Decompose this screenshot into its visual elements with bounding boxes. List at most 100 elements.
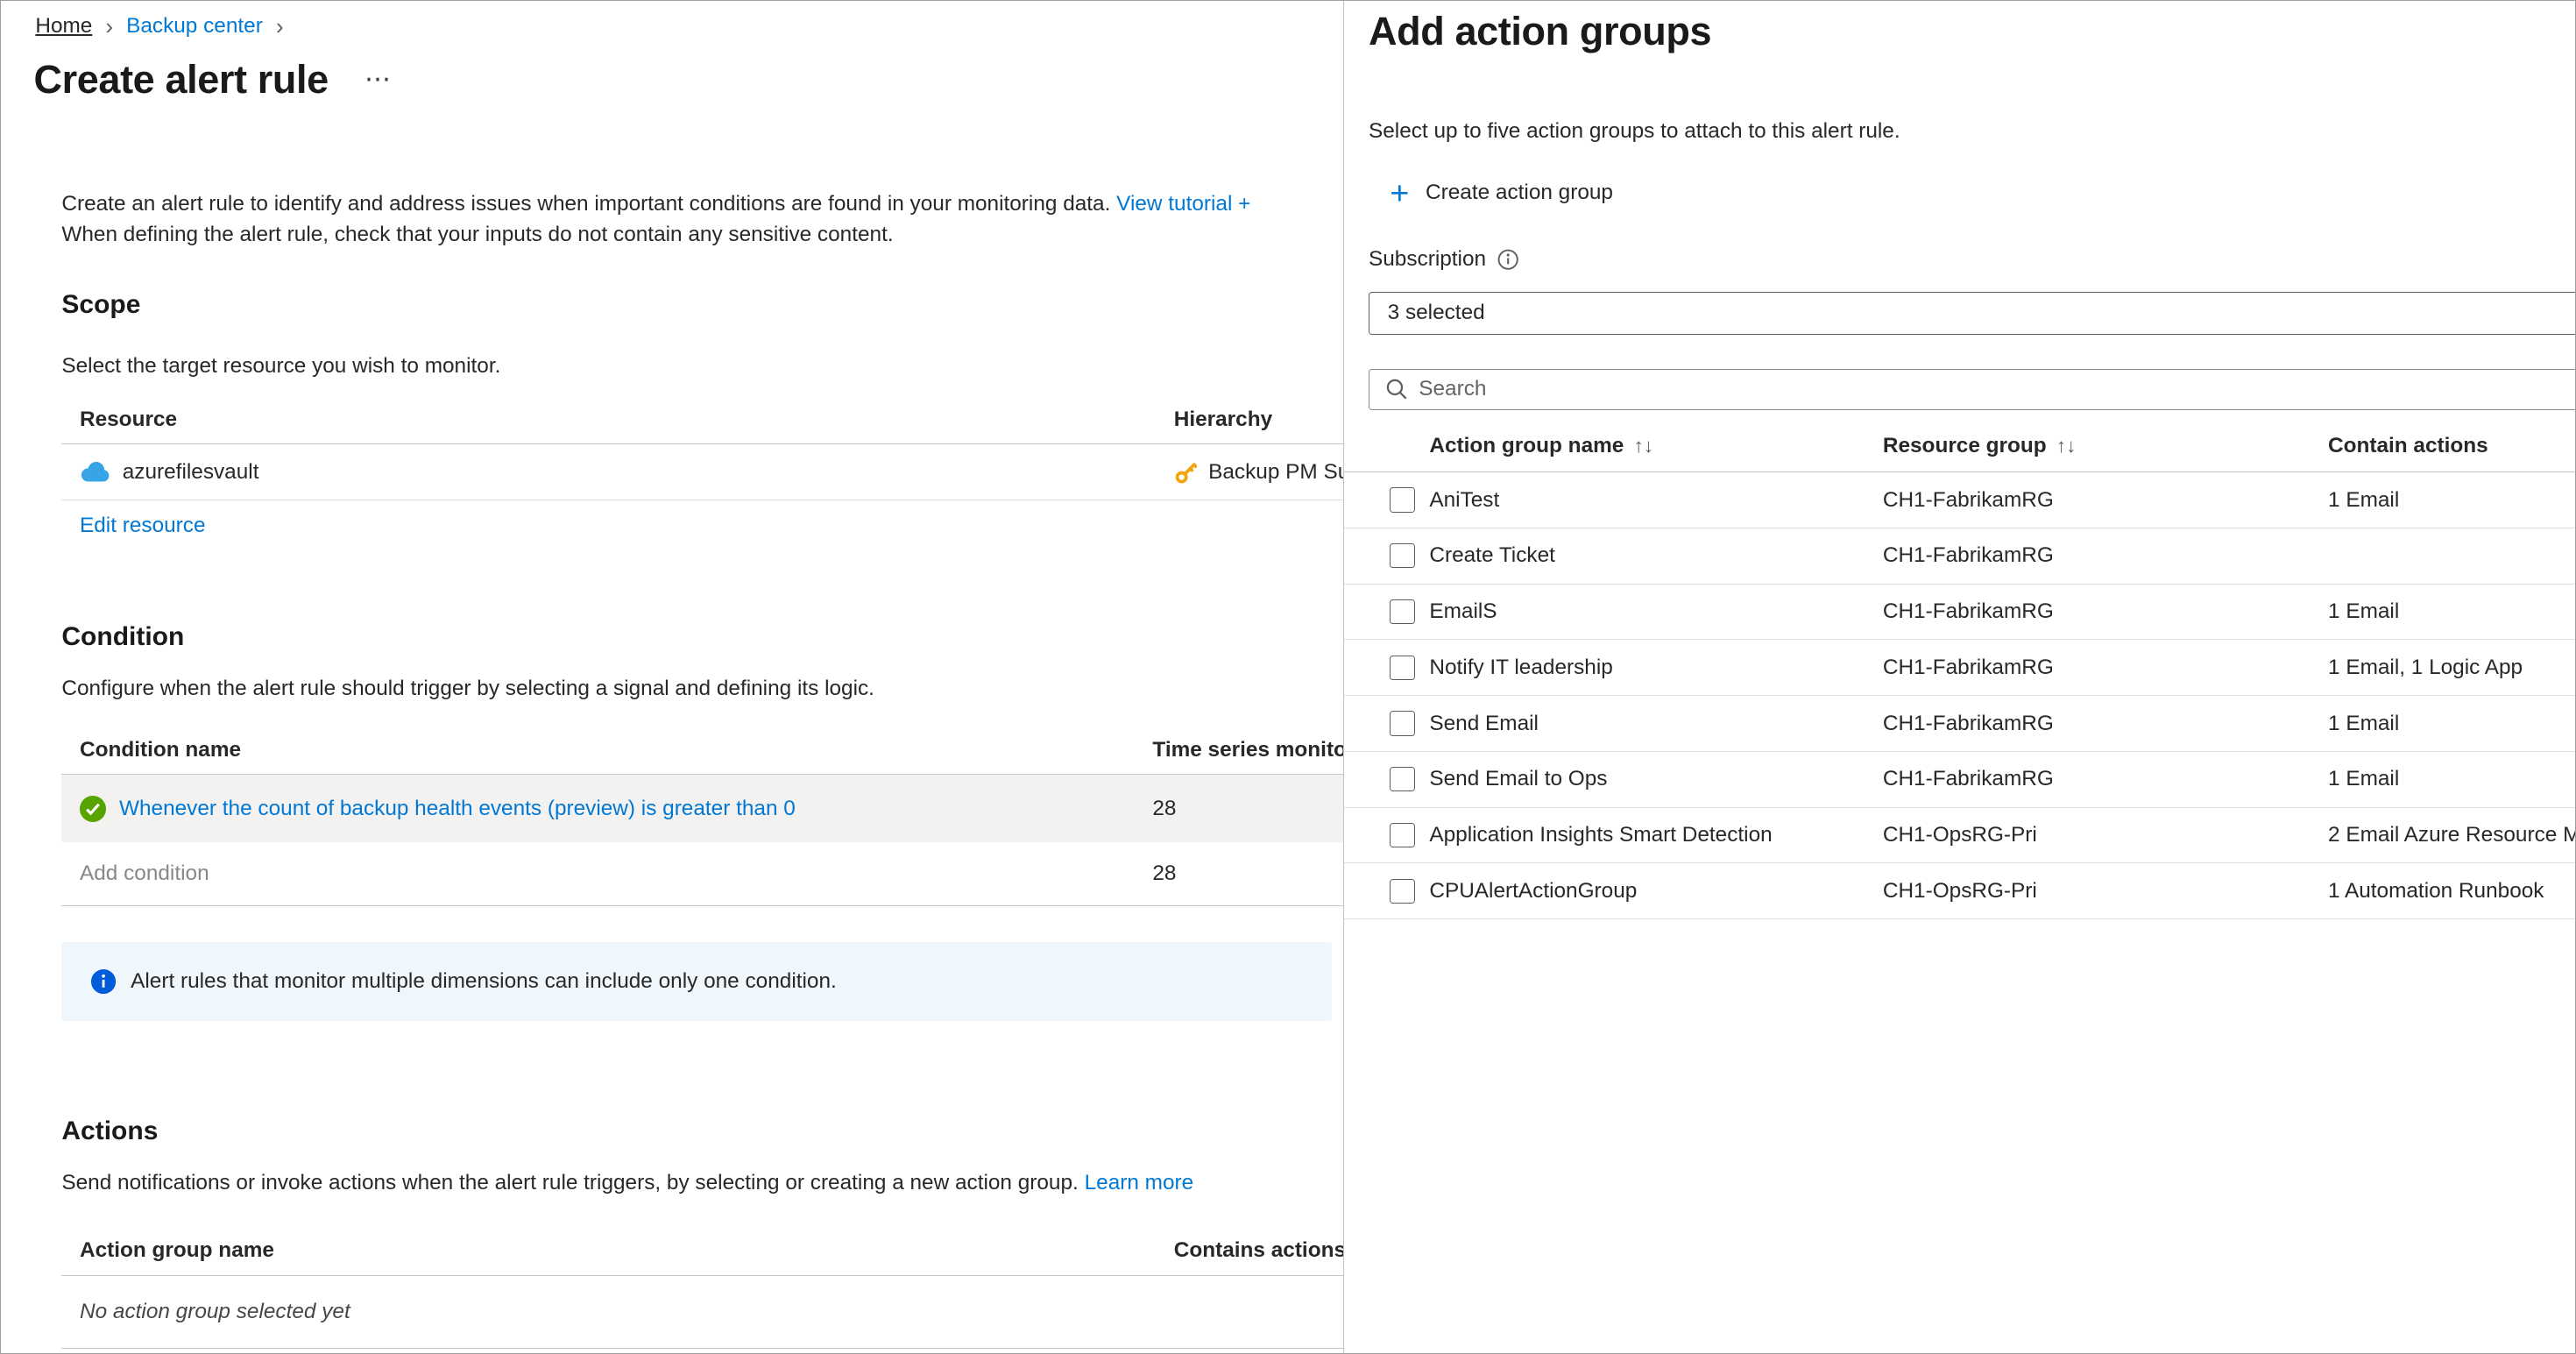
- info-icon: [91, 969, 117, 995]
- ellipsis-menu-icon[interactable]: ⋯: [364, 64, 391, 95]
- condition-name-column-header: Condition name: [80, 737, 242, 762]
- learn-more-link[interactable]: Learn more: [1085, 1171, 1194, 1194]
- action-group-row[interactable]: Send Email to Ops CH1-FabrikamRG 1 Email: [1343, 752, 2575, 808]
- no-action-group-text: No action group selected yet: [80, 1299, 350, 1323]
- name-column-label: Action group name: [1429, 433, 1624, 457]
- resource-group-value: CH1-FabrikamRG: [1882, 655, 2054, 679]
- edit-resource-link[interactable]: Edit resource: [80, 514, 206, 538]
- action-group-name: AniTest: [1429, 487, 1500, 512]
- chevron-right-icon: ›: [275, 12, 284, 39]
- resource-group-value: CH1-FabrikamRG: [1882, 711, 2054, 735]
- action-group-name: Create Ticket: [1429, 543, 1555, 568]
- row-checkbox[interactable]: [1390, 767, 1415, 792]
- subscription-dropdown[interactable]: 3 selected: [1369, 291, 2575, 335]
- row-checkbox[interactable]: [1390, 822, 1415, 848]
- contain-actions-value: 1 Email, 1 Logic App: [2328, 655, 2523, 679]
- condition-link[interactable]: Whenever the count of backup health even…: [119, 797, 796, 821]
- create-alert-rule-page: Home › Backup center › Create alert rule…: [1, 1, 1343, 1353]
- condition-count: 28: [1152, 861, 1177, 886]
- intro-line1: Create an alert rule to identify and add…: [61, 191, 1111, 216]
- search-box[interactable]: [1369, 369, 2575, 410]
- contain-actions-value: 1 Email: [2328, 599, 2400, 623]
- subscription-key-icon: [1174, 460, 1197, 485]
- create-action-group-button[interactable]: + Create action group: [1390, 174, 1613, 212]
- azure-portal-screen: Home › Backup center › Create alert rule…: [0, 0, 2576, 1354]
- action-group-name: CPUAlertActionGroup: [1429, 878, 1638, 903]
- resource-group-value: CH1-FabrikamRG: [1882, 543, 2054, 568]
- scope-resource-row[interactable]: azurefilesvault Backup PM Su: [61, 444, 1343, 500]
- action-group-row[interactable]: EmailS CH1-FabrikamRG 1 Email: [1343, 585, 2575, 641]
- action-group-row[interactable]: Notify IT leadership CH1-FabrikamRG 1 Em…: [1343, 640, 2575, 697]
- actions-description-text: Send notifications or invoke actions whe…: [61, 1171, 1079, 1194]
- condition-row-selected[interactable]: Whenever the count of backup health even…: [61, 775, 1343, 842]
- panel-title: Add action groups: [1369, 9, 1712, 54]
- name-column-header[interactable]: Action group name ↑↓: [1429, 434, 1883, 458]
- intro-line2: When defining the alert rule, check that…: [61, 223, 894, 247]
- search-input[interactable]: [1419, 377, 2575, 402]
- contains-actions-column-header: Contains actions: [1173, 1238, 1343, 1263]
- scope-heading: Scope: [61, 290, 141, 319]
- action-group-name: Notify IT leadership: [1429, 655, 1613, 679]
- intro-text: Create an alert rule to identify and add…: [61, 188, 1250, 251]
- hierarchy-column-header: Hierarchy: [1173, 407, 1273, 431]
- add-condition-row[interactable]: Add condition 28: [61, 842, 1343, 907]
- condition-heading: Condition: [61, 621, 185, 651]
- resource-group-value: CH1-FabrikamRG: [1882, 767, 2054, 791]
- row-checkbox[interactable]: [1390, 655, 1415, 680]
- row-checkbox[interactable]: [1390, 487, 1415, 513]
- row-checkbox[interactable]: [1390, 543, 1415, 569]
- search-icon: [1386, 379, 1407, 400]
- action-group-row[interactable]: Send Email CH1-FabrikamRG 1 Email: [1343, 696, 2575, 752]
- info-banner: Alert rules that monitor multiple dimens…: [61, 942, 1332, 1022]
- add-condition-label[interactable]: Add condition: [80, 861, 209, 886]
- contain-actions-value: 1 Automation Runbook: [2328, 878, 2544, 903]
- action-groups-rows: AniTest CH1-FabrikamRG 1 Email Create Ti…: [1343, 472, 2575, 920]
- scope-table: Resource Hierarchy azurefilesvault Backu…: [61, 395, 1343, 500]
- actions-table: Action group name Contains actions No ac…: [61, 1227, 1343, 1349]
- subscription-label-row: Subscription: [1369, 247, 1519, 272]
- resource-group-column-header[interactable]: Resource group ↑↓: [1883, 434, 2328, 458]
- actions-description: Send notifications or invoke actions whe…: [61, 1171, 1193, 1195]
- action-group-row[interactable]: Create Ticket CH1-FabrikamRG: [1343, 528, 2575, 585]
- contain-actions-column-header: Contain actions: [2328, 433, 2488, 457]
- panel-description: Select up to five action groups to attac…: [1369, 119, 1900, 143]
- breadcrumb-home-link[interactable]: Home: [35, 14, 92, 39]
- success-check-icon: [80, 795, 106, 822]
- resource-group-column-label: Resource group: [1882, 433, 2047, 457]
- scope-table-header: Resource Hierarchy: [61, 395, 1343, 445]
- page-title-row: Create alert rule ⋯: [34, 57, 392, 103]
- action-group-name: Application Insights Smart Detection: [1429, 823, 1773, 847]
- contain-actions-value: 2 Email Azure Resource M: [2328, 823, 2575, 847]
- scope-description: Select the target resource you wish to m…: [61, 354, 501, 379]
- action-group-row[interactable]: AniTest CH1-FabrikamRG 1 Email: [1343, 472, 2575, 528]
- breadcrumb-backup-center-link[interactable]: Backup center: [126, 14, 263, 39]
- actions-empty-row: No action group selected yet: [61, 1276, 1343, 1349]
- action-group-name-column-header: Action group name: [80, 1238, 274, 1263]
- create-action-group-label: Create action group: [1426, 181, 1613, 205]
- plus-icon: +: [1390, 174, 1410, 212]
- action-group-row[interactable]: Application Insights Smart Detection CH1…: [1343, 808, 2575, 864]
- info-outline-icon[interactable]: [1497, 249, 1518, 270]
- add-action-groups-panel: Add action groups Select up to five acti…: [1342, 1, 2575, 1353]
- subscription-dropdown-value: 3 selected: [1387, 301, 1485, 325]
- action-groups-table: Action group name ↑↓ Resource group ↑↓ C…: [1343, 420, 2575, 920]
- contain-actions-value: 1 Email: [2328, 767, 2400, 791]
- row-checkbox[interactable]: [1390, 878, 1415, 904]
- condition-description: Configure when the alert rule should tri…: [61, 676, 874, 700]
- contain-actions-value: 1 Email: [2328, 711, 2400, 735]
- row-checkbox[interactable]: [1390, 711, 1415, 736]
- resource-name: azurefilesvault: [122, 459, 259, 484]
- sort-icon: ↑↓: [2056, 434, 2077, 457]
- subscription-label: Subscription: [1369, 247, 1487, 272]
- view-tutorial-link[interactable]: View tutorial +: [1116, 192, 1250, 216]
- info-banner-text: Alert rules that monitor multiple dimens…: [131, 969, 837, 994]
- action-group-name: Send Email to Ops: [1429, 767, 1608, 791]
- row-checkbox[interactable]: [1390, 599, 1415, 625]
- resource-group-value: CH1-FabrikamRG: [1882, 599, 2054, 623]
- action-group-row[interactable]: CPUAlertActionGroup CH1-OpsRG-Pri 1 Auto…: [1343, 863, 2575, 920]
- resource-column-header: Resource: [80, 407, 178, 431]
- page-title: Create alert rule: [33, 56, 329, 102]
- resource-group-value: CH1-OpsRG-Pri: [1882, 878, 2037, 903]
- condition-count: 28: [1152, 796, 1177, 820]
- actions-table-header: Action group name Contains actions: [61, 1227, 1343, 1276]
